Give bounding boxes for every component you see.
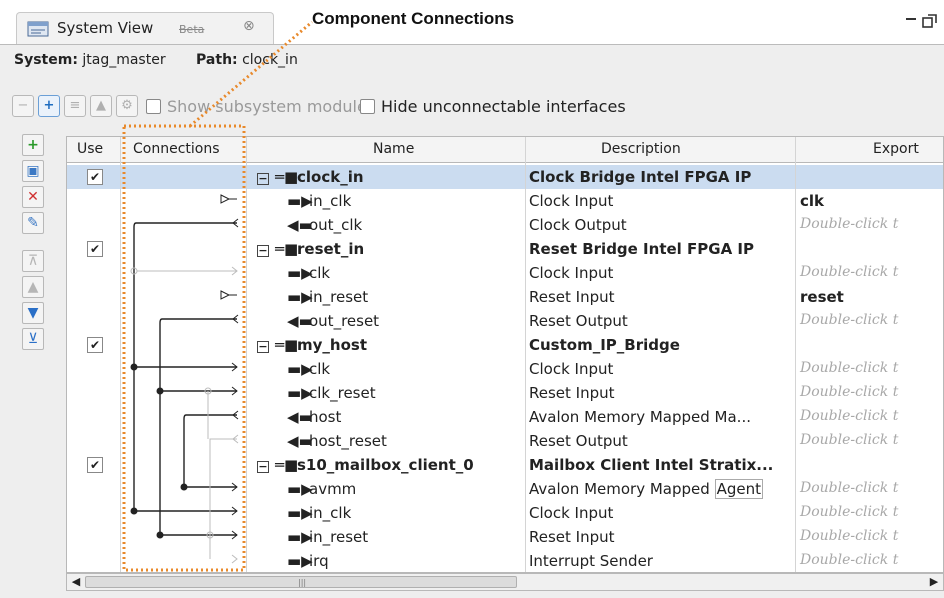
connection-dot [130,507,138,515]
connection-dot [130,363,138,371]
connections-overlay [122,20,313,572]
export-marker [220,290,231,300]
connection-dot [156,387,164,395]
arrow-head [231,554,238,564]
host-reset-connection [209,438,237,559]
connection-dot [180,483,188,491]
system-view-window: System View Beta ⊗ Component Connections… [0,0,944,598]
export-marker [220,194,231,204]
connections-highlight-box [122,124,246,572]
connection-dot [156,531,164,539]
callout-leader-line [189,20,313,128]
reset-connection [159,318,237,535]
